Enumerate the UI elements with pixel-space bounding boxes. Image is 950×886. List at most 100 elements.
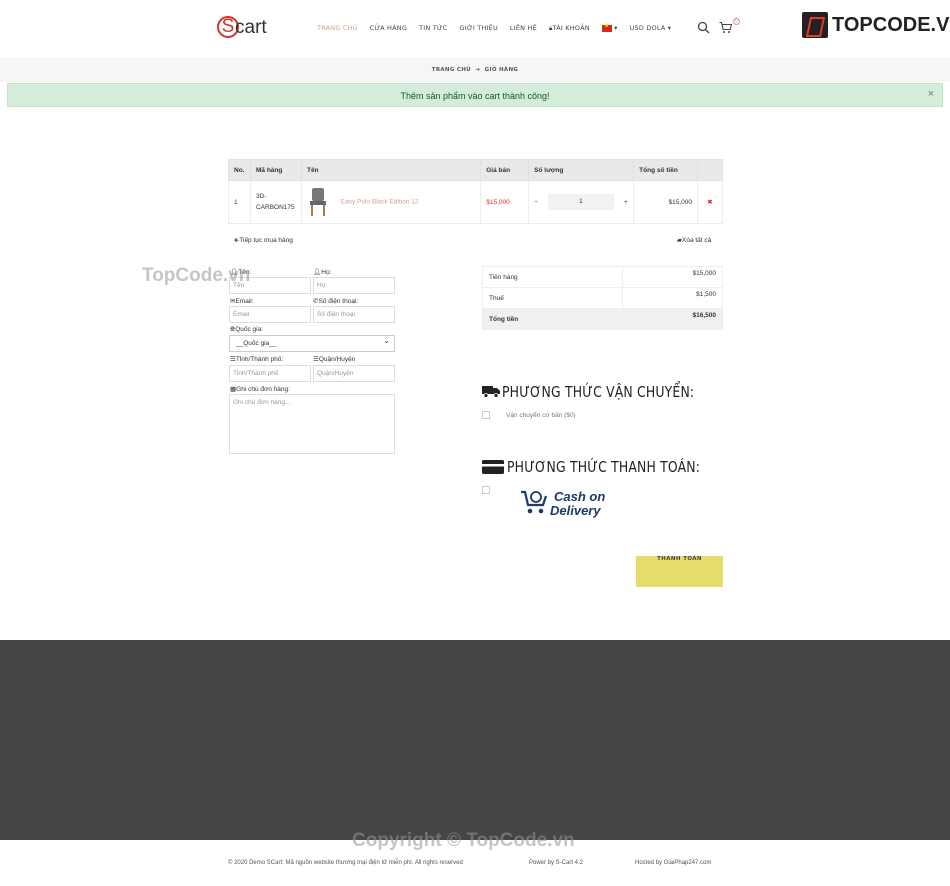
nav-shop[interactable]: CỬA HÀNG [370,24,407,33]
shipping-option-label: Vận chuyển cơ bản ($0) [506,412,576,419]
quantity-stepper: − 1 + [534,194,628,210]
footer-copyright: © 2020 Demo SCart: Mã nguồn website thươ… [228,860,463,866]
close-icon[interactable]: × [928,88,934,100]
note-label: ▦Ghi chú đơn hàng: [230,385,290,393]
checkout-button[interactable]: THANH TOÁN [636,556,723,587]
district-label-text: Quận/Huyện [318,356,356,363]
col-price: Giá bán [480,159,530,181]
success-alert: Thêm sản phẩm vào cart thành công! × [7,83,943,107]
plus-icon[interactable]: + [624,199,628,206]
row-no: 1 [228,180,251,224]
alert-message: Thêm sản phẩm vào cart thành công! [400,91,550,101]
language-dropdown[interactable]: ▾ [601,22,618,33]
breadcrumb-bar: TRANG CHỦ ➔ GIỎ HÀNG [0,58,950,82]
quantity-input[interactable]: 1 [547,194,614,210]
payment-method-title: PHƯƠNG THỨC THANH TOÁN: [507,458,701,476]
table-row: 1 3D-CARBON175 Easy Polo Black Edition 1… [228,180,723,224]
vietnam-flag-icon [601,22,612,32]
col-sku: Mã hàng [249,159,302,181]
last-name-label-text: Họ: [321,269,332,276]
currency-label: USD DOLA [629,24,666,32]
district-field[interactable]: Quận/Huyện [313,365,395,382]
product-thumbnail[interactable] [307,188,329,216]
cart-count-badge: 0 [733,18,740,25]
last-name-field[interactable]: Họ [313,277,395,294]
tax-label: Thuế [482,287,623,309]
topcode-brand-text: TOPCODE.VN [832,14,950,37]
nav-account[interactable]: 🔒︎TÀI KHOẢN [549,24,590,33]
nav-news[interactable]: TIN TỨC [419,24,447,33]
col-qty: Số lượng [528,159,635,181]
footer-powered-by[interactable]: Power by S-Cart 4.2 [529,860,583,866]
order-note-textarea[interactable]: Ghi chú đơn hàng... [229,394,395,454]
cod-text-line2: Delivery [550,503,601,518]
breadcrumb-current: GIỎ HÀNG [484,67,519,73]
footer-hosted-by[interactable]: Hosted by GiaiPhap247.com [635,860,711,866]
phone-label-text: Số điện thoại: [318,298,359,305]
col-name: Tên [300,159,482,181]
cart-table: No. Mã hàng Tên Giá bán Số lượng Tổng số… [228,159,723,224]
email-label: ✉Email: [230,297,254,305]
table-header-row: No. Mã hàng Tên Giá bán Số lượng Tổng số… [228,159,723,181]
breadcrumb-home[interactable]: TRANG CHỦ [432,67,471,73]
subtotal-label: Tiền hàng [482,266,623,288]
province-field[interactable]: Tỉnh/Thành phố [229,365,311,382]
payment-option-checkbox[interactable] [482,486,490,494]
province-label: ☰Tỉnh/Thành phố: [230,355,283,363]
remove-item-icon[interactable]: ✖ [697,180,723,224]
province-label-text: Tỉnh/Thành phố: [235,356,284,363]
email-field[interactable]: Email [229,306,311,323]
shipping-option-checkbox[interactable] [482,411,490,419]
row-qty-cell: − 1 + [528,180,635,224]
clear-cart-label: Xóa tất cả [682,237,712,244]
watermark-copyright: Copyright © TopCode.vn [352,830,575,851]
truck-icon [482,385,500,403]
main-nav: TRANG CHỦ CỬA HÀNG TIN TỨC GIỚI THIỆU LI… [317,22,672,33]
shipping-method-title: PHƯƠNG THỨC VẬN CHUYỂN: [502,383,695,401]
email-label-text: Email: [235,298,254,305]
nav-contact[interactable]: LIÊN HỆ [510,24,537,33]
site-header: S cart TRANG CHỦ CỬA HÀNG TIN TỨC GIỚI T… [0,0,950,58]
district-label: ☰Quận/Huyện [313,355,355,363]
grand-total-value: $16,500 [622,308,723,330]
subtotal-value: $15,000 [622,266,723,288]
caret-down-icon: ▾ [614,24,618,32]
nav-home[interactable]: TRANG CHỦ [317,24,358,33]
continue-shopping-label: Tiếp tục mua hàng [239,237,293,244]
note-label-text: Ghi chú đơn hàng: [236,386,290,393]
cash-on-delivery-logo[interactable]: Cash on Delivery [520,488,610,520]
last-name-label: 👤︎Họ: [313,268,331,276]
phone-field[interactable]: Số điện thoại [313,306,395,323]
arrow-right-icon: ➔ [475,67,481,73]
row-total: $15,000 [633,180,698,224]
order-totals-table: Tiền hàng $15,000 Thuế $1,500 Tổng tiền $16… [482,266,723,330]
country-label-text: Quốc gia: [235,326,264,333]
currency-dropdown[interactable]: USD DOLA ▾ [630,24,672,33]
caret-down-icon: ▾ [667,24,672,32]
tax-row: Thuế $1,500 [482,287,723,309]
nav-about[interactable]: GIỚI THIỆU [459,24,498,33]
col-total: Tổng số tiền [633,159,698,181]
grand-total-label: Tổng tiền [482,308,623,330]
watermark-topcode: TopCode.vn [142,265,251,286]
row-name-cell: Easy Polo Black Edition 12 [300,180,482,224]
subtotal-row: Tiền hàng $15,000 [482,266,723,288]
credit-card-icon [482,460,504,479]
brand-part-b: CODE.VN [872,14,950,36]
cod-text-line1: Cash on [554,489,606,504]
tax-value: $1,500 [622,287,723,309]
clear-cart-button[interactable]: ▰Xóa tất cả [677,236,711,244]
site-footer [0,640,950,840]
phone-label: ✆Số điện thoại: [313,297,358,305]
cart-icon[interactable] [719,21,733,37]
nav-account-label: TÀI KHOẢN [552,24,590,32]
topcode-logo-icon [802,12,828,38]
search-icon[interactable] [697,21,710,37]
breadcrumb: TRANG CHỦ ➔ GIỎ HÀNG [0,67,950,73]
product-name-link[interactable]: Easy Polo Black Edition 12 [341,199,419,206]
continue-shopping-link[interactable]: 🡰Tiếp tục mua hàng [234,236,293,247]
minus-icon[interactable]: − [534,199,538,206]
country-select[interactable]: __Quốc gia__ [229,335,395,352]
col-no: No. [228,159,251,181]
grand-total-row: Tổng tiền $16,500 [482,308,723,330]
